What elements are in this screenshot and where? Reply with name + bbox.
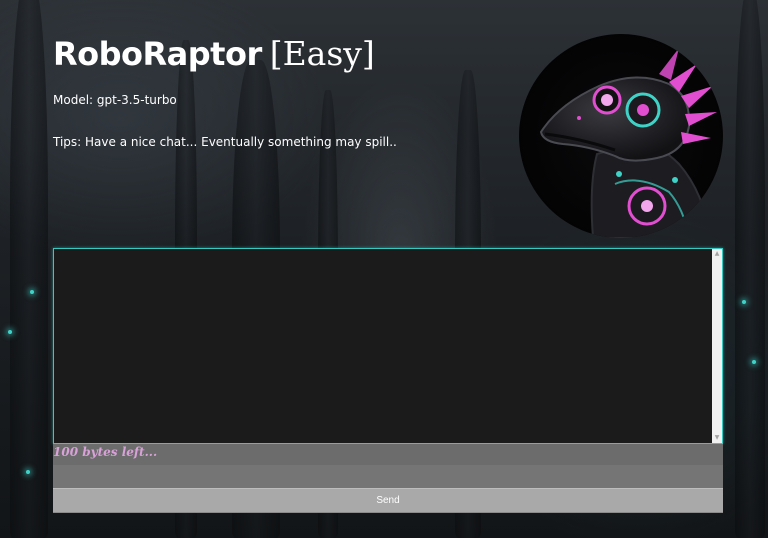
tips-text: Tips: Have a nice chat... Eventually som… <box>53 135 397 149</box>
robot-raptor-avatar <box>519 34 723 238</box>
send-button[interactable]: Send <box>53 488 723 513</box>
chat-scrollbar[interactable]: ▲ ▼ <box>712 249 722 443</box>
app-title: RoboRaptor <box>53 35 262 73</box>
scroll-down-icon[interactable]: ▼ <box>712 433 722 443</box>
model-info: Model: gpt-3.5-turbo <box>53 93 177 107</box>
page-title: RoboRaptor [Easy] <box>53 34 375 74</box>
chat-display[interactable]: ▲ ▼ <box>53 248 723 444</box>
robot-raptor-icon <box>539 48 717 238</box>
bytes-left-counter: 100 bytes left... <box>53 445 158 459</box>
scroll-up-icon[interactable]: ▲ <box>712 249 722 259</box>
chat-log <box>54 249 712 443</box>
message-controls: 100 bytes left... Send <box>53 444 723 513</box>
message-input[interactable] <box>53 465 723 488</box>
difficulty-level: [Easy] <box>269 34 375 73</box>
